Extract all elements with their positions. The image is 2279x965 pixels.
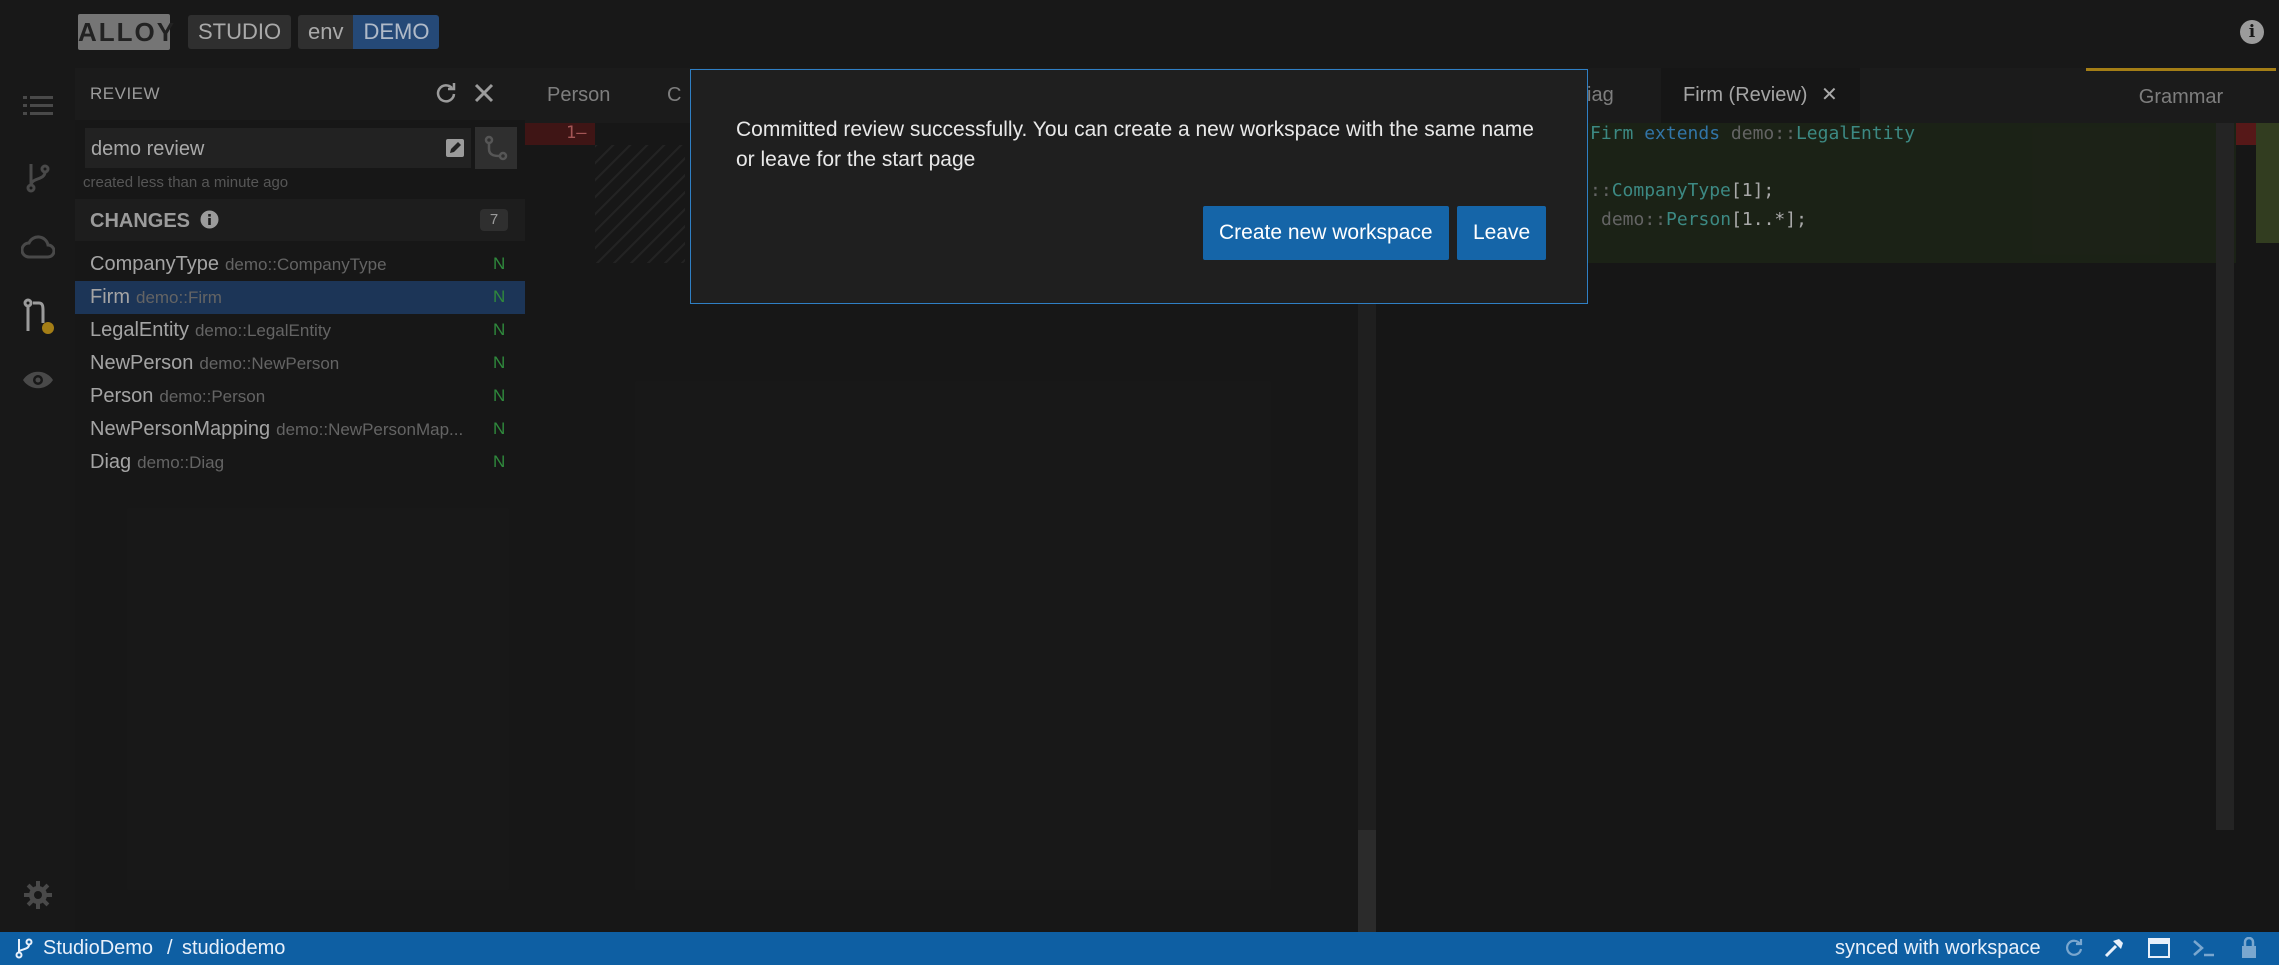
sync-refresh-icon[interactable] bbox=[2062, 936, 2086, 960]
terminal-icon[interactable] bbox=[2192, 936, 2216, 960]
workspace-name[interactable]: studiodemo bbox=[182, 937, 285, 960]
leave-button[interactable]: Leave bbox=[1457, 206, 1547, 260]
status-bar: StudioDemo / studiodemo synced with work… bbox=[0, 932, 2279, 965]
commit-success-dialog: Committed review successfully. You can c… bbox=[690, 69, 1588, 304]
sync-status: synced with workspace bbox=[1835, 937, 2041, 959]
project-name[interactable]: StudioDemo bbox=[43, 937, 153, 960]
window-panel-icon[interactable] bbox=[2147, 936, 2171, 960]
lock-icon[interactable] bbox=[2237, 936, 2261, 960]
hammer-build-icon[interactable] bbox=[2102, 936, 2126, 960]
dialog-message: Committed review successfully. You can c… bbox=[736, 118, 1534, 171]
path-separator: / bbox=[167, 937, 173, 959]
create-new-workspace-button[interactable]: Create new workspace bbox=[1203, 206, 1449, 260]
branch-icon bbox=[12, 936, 36, 960]
